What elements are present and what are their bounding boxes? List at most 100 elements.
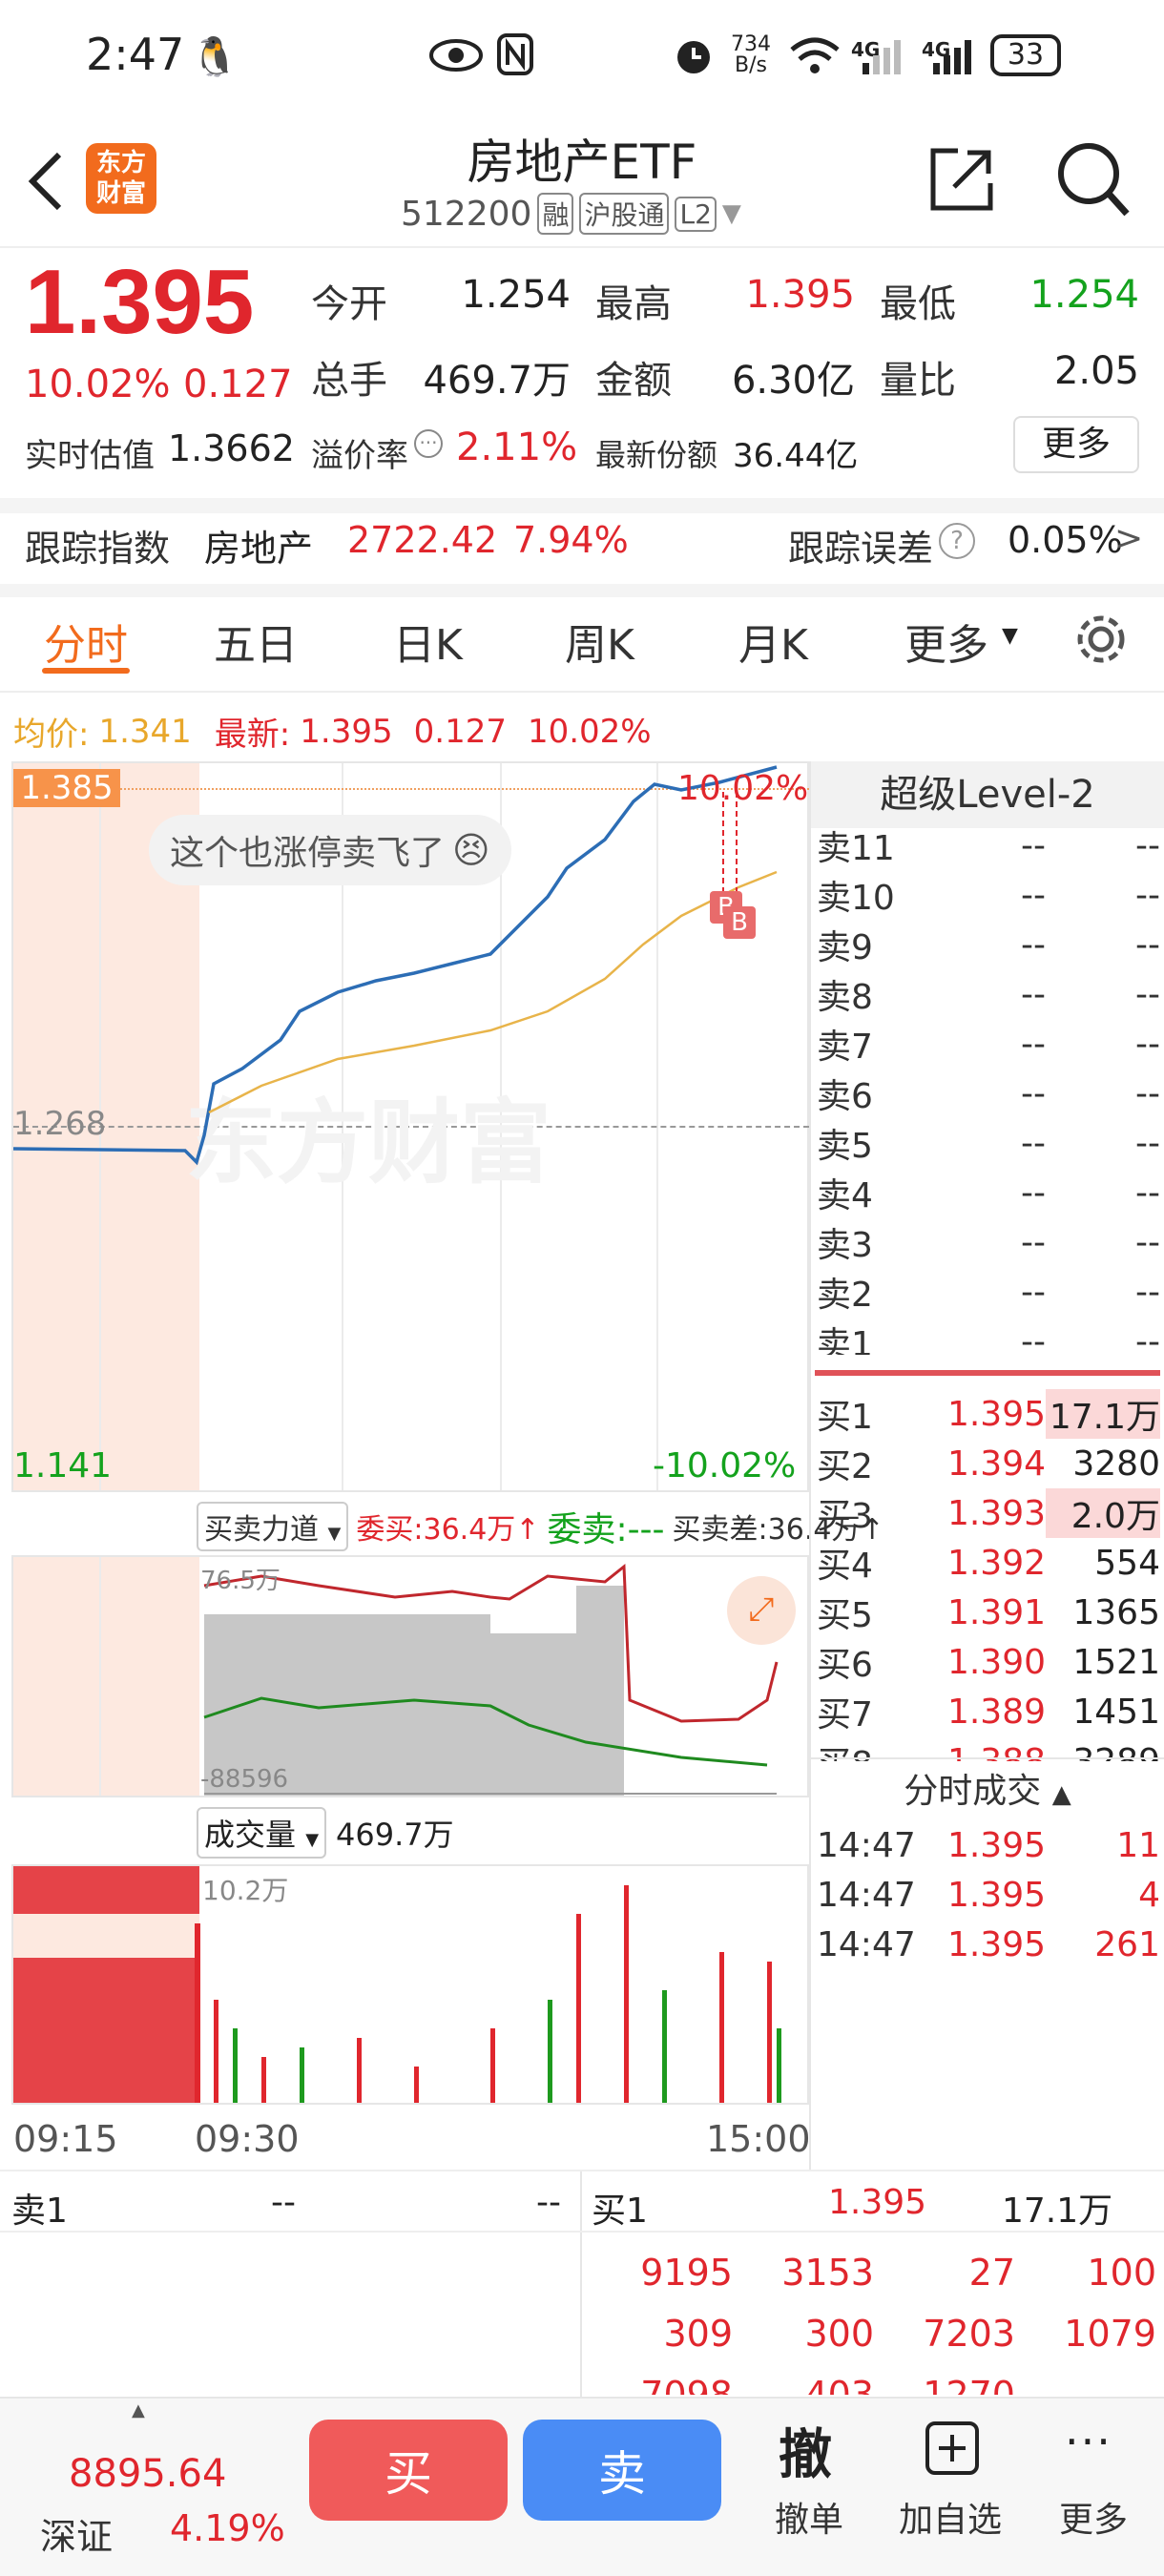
level2-title[interactable]: 超级Level-2 [811,761,1164,828]
queue-row: 309 300 7203 1079 [592,2303,1160,2364]
low-label: 最低 [880,282,956,326]
ask-label: 卖10 [817,879,895,918]
buy-button[interactable]: 买 [309,2420,508,2521]
bid-volume: 17.1万 [1046,1389,1160,1439]
net-speed-unit: B/s [735,53,767,77]
ask-list: 卖11 -- -- 卖10 -- -- 卖9 -- -- 卖8 -- -- 卖7 -- -- 卖6 -- -- 卖5… [817,821,1160,1356]
bid-row: 买6 1.390 1521 [817,1637,1160,1687]
ask-row: 卖6 -- -- [817,1069,1160,1118]
comment-bubble[interactable]: 这个也涨停卖飞了 😣 [149,815,511,885]
low-value: 1.254 [1029,273,1139,317]
dropdown-icon[interactable]: ▼ [722,199,741,228]
trade-volume: 11 [1116,1825,1160,1865]
ask-row: 卖1 -- -- [817,1317,1160,1356]
ask-row: 卖11 -- -- [817,821,1160,870]
net-speed: 734 [731,32,771,56]
estimate-label: 实时估值 [25,437,155,475]
market-index-pct: 4.19% [170,2507,285,2549]
qq-icon: 🐧 [191,35,239,79]
bottom-bar: ▲ 8895.64 深证 4.19% 买 卖 撤 撤单 加自选 ··· 更多 [0,2397,1164,2576]
trades-list: 14:47 1.395 11 14:47 1.395 4 14:47 1.395 261 [817,1820,1160,1969]
queue-cell: 7203 [923,2313,1015,2355]
force-selector[interactable]: 买卖力道 ▼ [197,1502,349,1551]
time-open: 09:30 [195,2118,300,2160]
comment-text: 这个也涨停卖飞了 [170,834,446,873]
tab-intraday[interactable]: 分时 [44,611,128,672]
queue-cell: 1270 [923,2374,1015,2395]
search-icon[interactable] [1054,139,1131,219]
caret-up-icon[interactable]: ▲ [132,2400,145,2420]
more-dots-icon[interactable]: ··· [1065,2416,1112,2467]
ask-label: 卖1 [817,1325,873,1355]
add-watchlist-button[interactable]: 加自选 [899,2492,1002,2542]
cancel-order-icon[interactable]: 撤 [779,2412,832,2489]
ask-row: 卖3 -- -- [817,1217,1160,1267]
bid-label: 买3 [817,1497,873,1536]
buy-mark[interactable]: B [723,906,756,939]
signal-icon [933,40,971,74]
ask-row: 卖4 -- -- [817,1168,1160,1217]
latest-label: 最新: [214,716,291,754]
ask-label: 卖7 [817,1028,873,1067]
expand-icon[interactable]: ⤢ [727,1576,796,1645]
share-icon[interactable] [925,143,998,216]
change-percent: 10.02% [25,363,171,406]
market-index-name: 深证 [40,2516,114,2558]
bid-label: 买7 [817,1695,873,1735]
force-chart[interactable]: 76.5万 -88596 ⤢ [11,1555,809,1797]
ask-price: -- [1021,1321,1046,1356]
tracking-label: 跟踪指数 [25,528,171,570]
intraday-chart[interactable]: 东方财富 1.385 10.02% 1.268 1.141 -10.02% 这个… [11,761,809,1492]
ask-price: -- [1021,1073,1046,1113]
signal-icon [863,40,901,74]
trade-row: 14:47 1.395 261 [817,1920,1160,1969]
trade-volume: 261 [1094,1924,1160,1964]
margin-tag: 融 [537,193,574,235]
info-icon[interactable]: ··· [414,429,443,458]
shares-label: 最新份额 [595,437,718,473]
shares-value: 36.44亿 [733,437,859,475]
bid-row: 买5 1.391 1365 [817,1588,1160,1637]
ask-price: -- [1021,924,1046,965]
add-watchlist-icon[interactable] [924,2420,981,2477]
bid-row: 买1 1.395 17.1万 [817,1389,1160,1439]
bid-label: 买5 [817,1596,873,1635]
bid-price: 1.390 [946,1642,1046,1682]
more-button[interactable]: 更多 [1013,416,1139,473]
pre-close-label: 1.268 [13,1105,107,1143]
pct-bottom-label: -10.02% [653,1446,797,1485]
queue-buy-volume: 17.1万 [1002,2192,1113,2231]
help-icon[interactable]: ? [939,523,975,559]
cancel-order-button[interactable]: 撤单 [775,2492,843,2542]
bid-price: 1.394 [946,1444,1046,1484]
trades-title[interactable]: 分时成交 ▲ [811,1763,1164,1813]
ask-label: 卖5 [817,1127,873,1166]
bid-price: 1.395 [946,1394,1046,1434]
ask-label: 卖11 [817,829,895,868]
tab-more[interactable]: 更多 [904,611,988,672]
tab-monthly-k[interactable]: 月K [738,611,808,672]
buy-pending: 委买:36.4万↑ [356,1513,540,1547]
queue-cell: 100 [1087,2252,1156,2294]
status-time: 2:47 [86,29,185,80]
ask-price: -- [1021,1222,1046,1262]
ask-volume: -- [1135,825,1160,865]
tab-daily-k[interactable]: 日K [393,611,463,672]
chevron-right-icon[interactable]: > [1114,519,1143,558]
volume-selector[interactable]: 成交量 ▼ [197,1807,327,1859]
alarm-icon [677,41,710,73]
tab-weekly-k[interactable]: 周K [565,611,634,672]
more-menu-button[interactable]: 更多 [1059,2492,1128,2542]
time-close: 15:00 [706,2118,811,2160]
sell-button[interactable]: 卖 [523,2420,721,2521]
tracking-index[interactable]: 房地产 [204,519,313,571]
ask-price: -- [1021,875,1046,915]
settings-icon[interactable] [1072,611,1130,668]
ask-volume: -- [1135,1321,1160,1356]
ask-price: -- [1021,1272,1046,1312]
caret-up-icon: ▲ [1051,1780,1071,1809]
volume-chart[interactable]: 10.2万 [11,1864,809,2105]
trade-price: 1.395 [946,1825,1046,1865]
queue-cell: 3153 [781,2252,874,2294]
tab-five-day[interactable]: 五日 [214,611,298,672]
